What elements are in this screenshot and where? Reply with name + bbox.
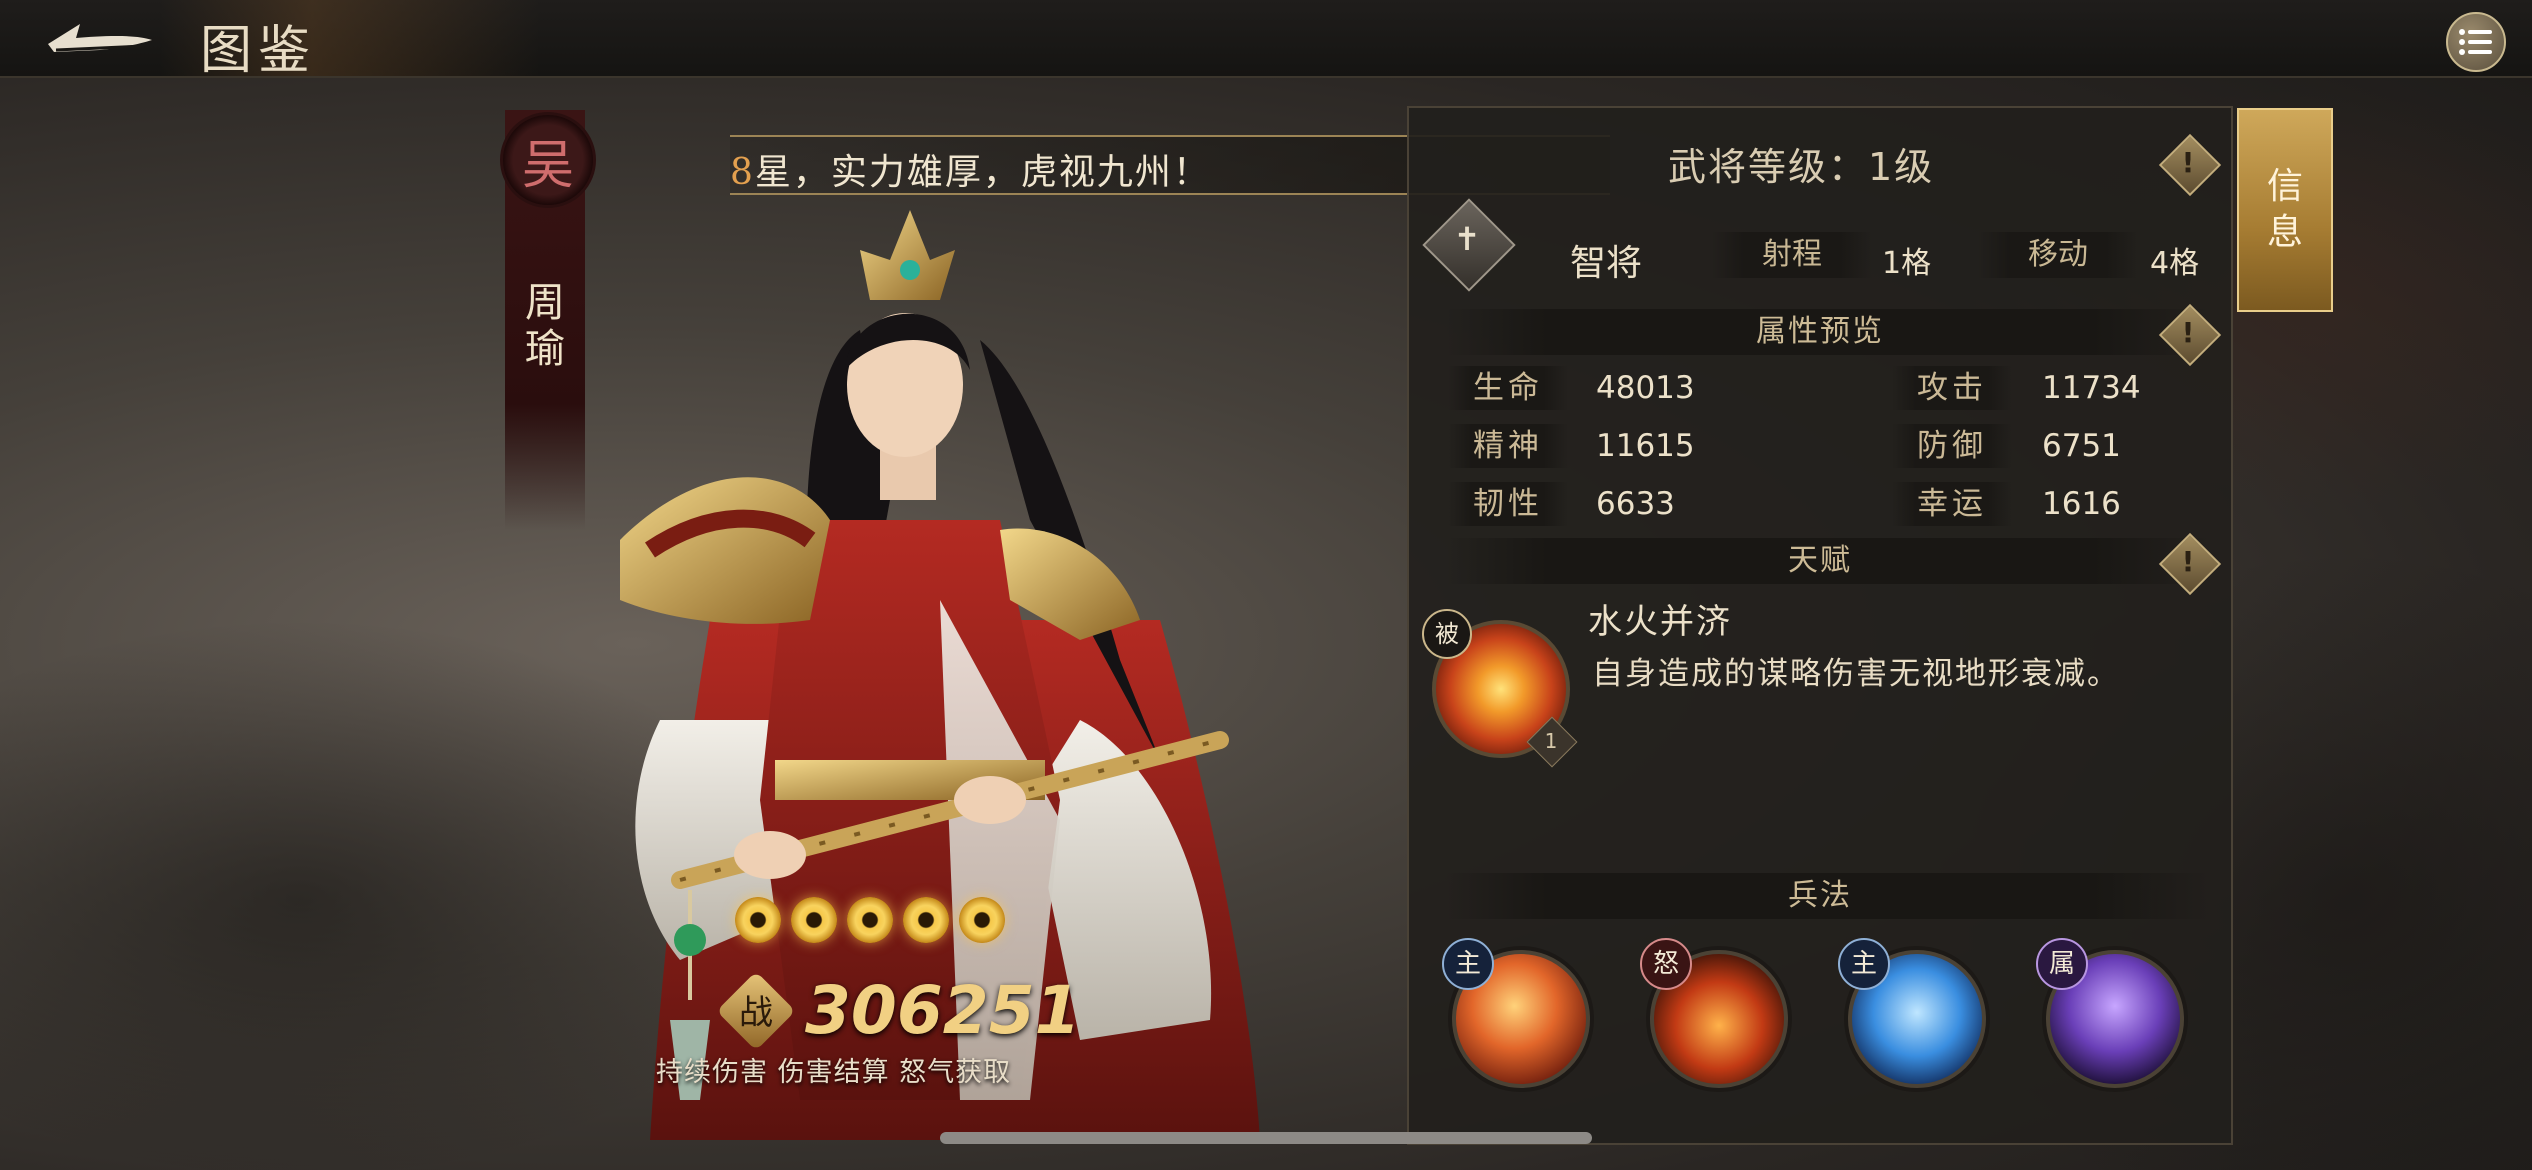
range-label: 射程 (1712, 232, 1872, 278)
passive-badge: 被 (1422, 609, 1472, 659)
star-icon (791, 897, 837, 943)
star-rating (735, 897, 1005, 943)
info-tab[interactable]: 信息 (2237, 108, 2333, 312)
exclamation-icon: ! (2181, 316, 2195, 349)
talent-name: 水火并济 (1588, 602, 1732, 642)
power-glyph: 战 (739, 993, 773, 1033)
stat-luck-label: 幸运 (1892, 482, 2012, 526)
back-button[interactable] (40, 14, 160, 64)
stat-tough-label: 韧性 (1448, 482, 1568, 526)
stat-spirit-value: 11615 (1596, 428, 1695, 464)
stat-def-value: 6751 (2042, 428, 2121, 464)
stat-tough-value: 6633 (1596, 486, 1675, 522)
list-menu-icon (2459, 29, 2492, 55)
talent-description: 自身造成的谋略伤害无视地形衰减。 (1592, 656, 2120, 692)
home-indicator[interactable] (940, 1132, 1592, 1144)
range-value: 1格 (1882, 246, 1932, 281)
star-icon (903, 897, 949, 943)
move-label: 移动 (1978, 232, 2138, 278)
move-value: 4格 (2150, 246, 2200, 281)
hero-level: 武将等级：1级 (1668, 145, 1935, 189)
quote-text: 8星，实力雄厚，虎视九州！ (730, 143, 1211, 193)
exclamation-icon: ! (2181, 545, 2195, 578)
quote-highlight: 8 (730, 152, 755, 193)
star-icon (847, 897, 893, 943)
star-icon (735, 897, 781, 943)
stat-atk-value: 11734 (2042, 370, 2141, 406)
star-icon (959, 897, 1005, 943)
stat-def-label: 防御 (1892, 424, 2012, 468)
back-arrow-icon (48, 24, 152, 52)
talent-level-number: 1 (1544, 729, 1558, 753)
skill-badge-1: 主 (1442, 938, 1494, 990)
stat-atk-label: 攻击 (1892, 366, 2012, 410)
stat-hp-label: 生命 (1448, 366, 1568, 410)
stat-luck-value: 1616 (2042, 486, 2121, 522)
class-name: 智将 (1570, 243, 1643, 284)
strategist-icon: ✝ (1453, 220, 1481, 258)
menu-button[interactable] (2446, 12, 2506, 72)
stat-hp-value: 48013 (1596, 370, 1695, 406)
talent-header: 天赋 (1430, 538, 2210, 584)
hero-tags: 持续伤害 伤害结算 怒气获取 (656, 1057, 1012, 1088)
page-title: 图鉴 (200, 21, 317, 81)
faction-seal: 吴 (500, 112, 596, 208)
combat-power: 306251 (805, 972, 1081, 1049)
quote-body: 星，实力雄厚，虎视九州！ (754, 152, 1211, 193)
skill-badge-3: 主 (1838, 938, 1890, 990)
tactics-header: 兵法 (1430, 873, 2210, 919)
stat-spirit-label: 精神 (1448, 424, 1568, 468)
top-bar: 图鉴 (0, 0, 2532, 81)
skill-badge-2: 怒 (1640, 938, 1692, 990)
info-tab-label: 信息 (2266, 166, 2303, 253)
skill-badge-4: 属 (2036, 938, 2088, 990)
exclamation-icon: ! (2181, 146, 2195, 179)
attributes-header: 属性预览 (1430, 309, 2210, 355)
